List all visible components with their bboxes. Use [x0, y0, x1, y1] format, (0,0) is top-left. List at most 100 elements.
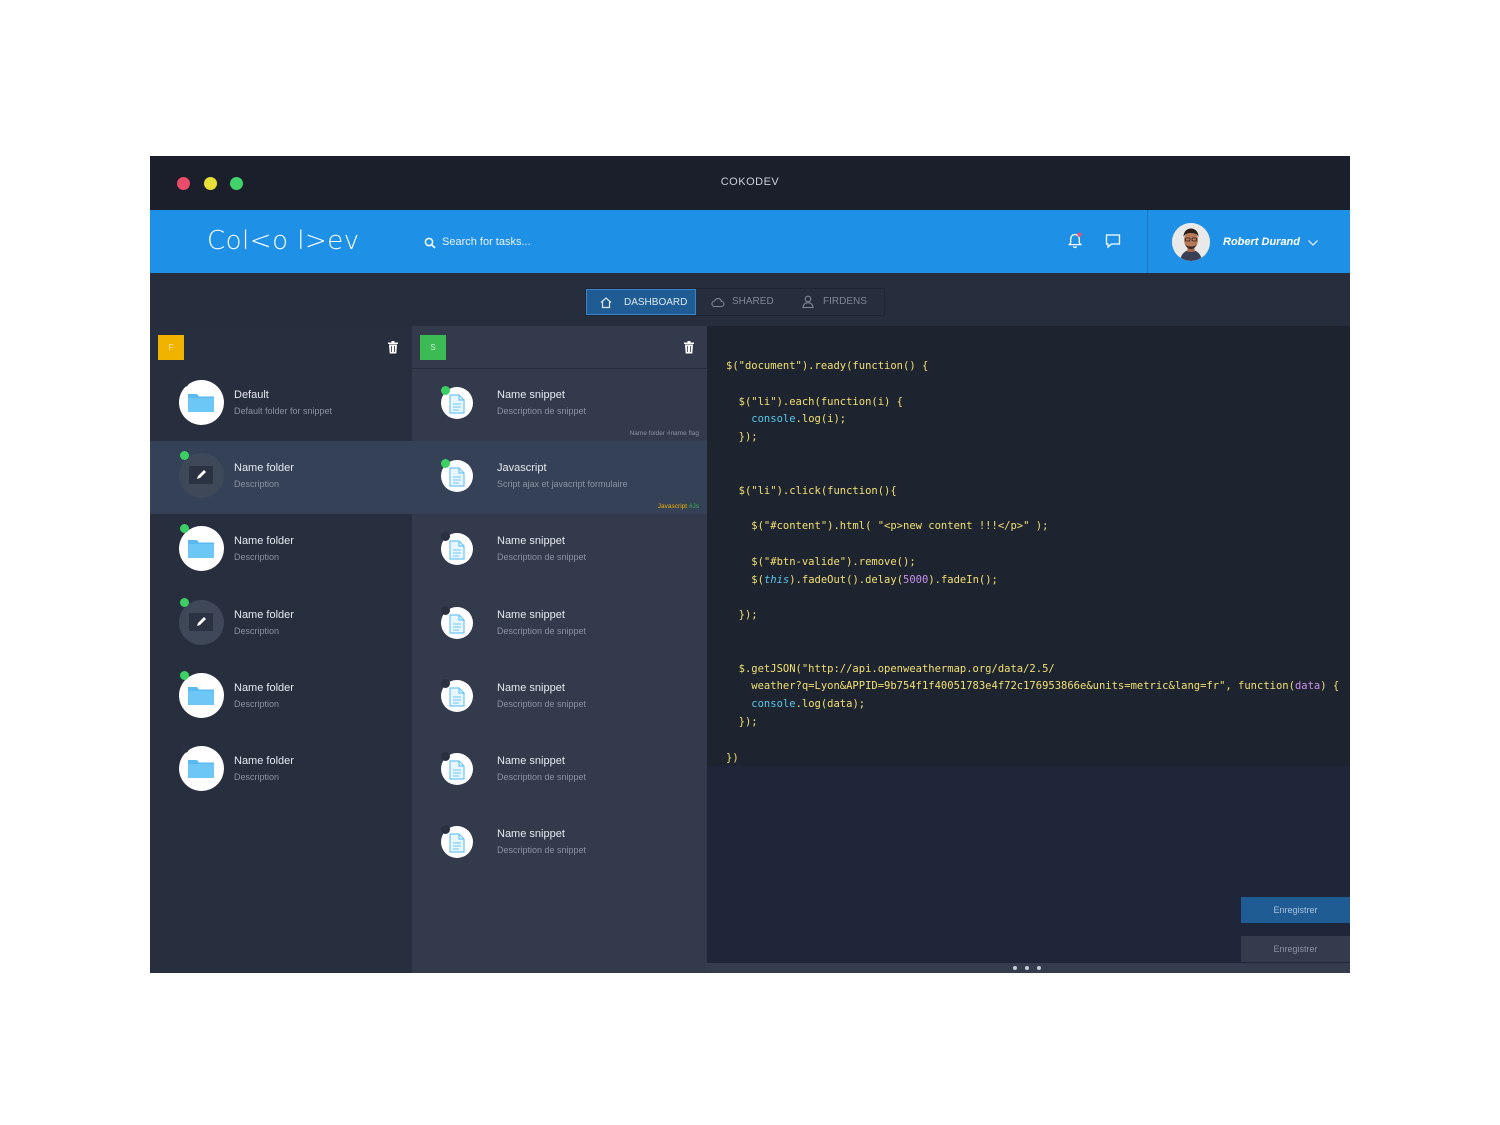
code-token: .log(i); — [795, 413, 847, 426]
snippet-description: Description de snippet — [497, 772, 587, 782]
tab-friends[interactable]: FIRDENS — [786, 289, 884, 315]
user-name[interactable]: Robert Durand — [1223, 236, 1300, 248]
trash-icon[interactable] — [387, 341, 399, 354]
code-token: weather?q=Lyon&APPID=9b754f1f40051783e4f… — [726, 680, 1295, 693]
folder-description: Description — [234, 552, 280, 563]
code-token: $("li").click(function(){ — [726, 484, 897, 497]
status-indicator — [180, 744, 189, 753]
resize-handle[interactable] — [707, 963, 1350, 973]
code-token: ).fadeOut().delay( — [789, 573, 904, 586]
code-editor[interactable]: $("document").ready(function() { $("li")… — [707, 326, 1350, 766]
snippet-folder-tag[interactable]: Name folder — [630, 430, 665, 437]
editor-footer-area — [707, 766, 1350, 963]
snippet-title: Javascript — [497, 462, 547, 475]
snippet-title: Name snippet — [497, 828, 565, 841]
code-token: $( — [726, 573, 764, 586]
save-button-secondary[interactable]: Enregistrer — [1241, 936, 1350, 962]
code-token: ).fadeIn(); — [928, 573, 998, 586]
app-window: COKODEV Col<o l>ev Search for tasks... R… — [150, 156, 1350, 973]
folder-list-header: F — [150, 326, 412, 368]
code-line: $("#btn-valide").remove(); — [726, 554, 1339, 572]
edit-icon — [189, 466, 213, 485]
folder-icon — [188, 686, 214, 705]
folder-row[interactable]: Name folder Description — [150, 734, 412, 807]
search-bar[interactable] — [422, 229, 682, 257]
snippet-row[interactable]: Name snippet Description de snippet — [412, 734, 707, 807]
handle-dot — [1013, 966, 1017, 970]
code-line: $("#content").html( "<p>new content !!!<… — [726, 518, 1339, 536]
code-token: }) — [726, 751, 739, 764]
folder-row[interactable]: Name folder Description — [150, 588, 412, 661]
window-title: COKODEV — [720, 176, 780, 188]
code-content[interactable]: $("document").ready(function() { $("li")… — [726, 358, 1339, 767]
snippet-flag-tag[interactable]: #Js — [689, 503, 699, 510]
code-line: $(this).fadeOut().delay(5000).fadeIn(); — [726, 572, 1339, 590]
edit-icon — [189, 612, 213, 631]
snippet-row[interactable]: Name snippet Description de snippet — [412, 807, 707, 880]
folder-title: Name folder — [234, 608, 294, 621]
code-token: .log(data); — [795, 698, 866, 711]
snippet-row[interactable]: Name snippet Description de snippet — [412, 514, 707, 587]
cloud-icon — [711, 298, 725, 308]
code-token: 5000 — [903, 573, 929, 586]
app-logo[interactable]: Col<o l>ev — [207, 226, 360, 256]
snippet-folder-tag[interactable]: Javascript — [658, 503, 687, 510]
snippet-title: Name snippet — [497, 389, 565, 401]
trash-icon[interactable] — [683, 341, 695, 354]
tab-shared-label: SHARED — [732, 296, 774, 307]
folder-row[interactable]: Name folder Description — [150, 661, 412, 734]
folder-list: F Default Default folder for snippet Name … — [150, 326, 412, 973]
snippet-list: S Name snippet Description de snippet Name… — [412, 326, 707, 973]
snippet-description: Description de snippet — [497, 552, 587, 563]
snippet-badge[interactable]: S — [420, 335, 446, 360]
folder-avatar — [179, 526, 224, 572]
header-divider — [1147, 210, 1148, 273]
bell-icon[interactable] — [1065, 231, 1085, 251]
folder-badge[interactable]: F — [158, 335, 184, 360]
snippet-row[interactable]: Name snippet Description de snippet Name f… — [412, 368, 707, 441]
code-token: console — [726, 698, 796, 711]
search-icon — [424, 237, 436, 249]
snippet-row[interactable]: Name snippet Description de snippet — [412, 661, 707, 734]
code-token: }); — [726, 715, 758, 728]
folder-row[interactable]: Name folder Description — [150, 441, 412, 515]
snippet-row[interactable]: Javascript Script ajax et javacript formu… — [412, 441, 707, 515]
code-token: }); — [726, 431, 758, 444]
folder-description: Description — [234, 698, 280, 709]
document-icon — [449, 394, 465, 414]
search-input[interactable] — [442, 233, 672, 251]
code-line: }); — [726, 607, 1339, 625]
folder-description: Description — [234, 772, 280, 782]
tab-dashboard[interactable]: DASHBOARD — [586, 289, 696, 315]
folder-description: Description — [234, 479, 280, 490]
user-avatar[interactable] — [1172, 223, 1210, 261]
snippet-title: Name snippet — [497, 755, 565, 767]
snippet-description: Description de snippet — [497, 625, 587, 636]
code-token: $("#content").html( "<p>new content !!!<… — [726, 520, 1049, 533]
document-icon — [449, 833, 465, 853]
status-indicator — [441, 752, 450, 761]
tab-shared[interactable]: SHARED — [696, 289, 786, 315]
chat-icon[interactable] — [1103, 231, 1123, 251]
folder-row[interactable]: Name folder Description — [150, 514, 412, 587]
folder-row[interactable]: Default Default folder for snippet — [150, 368, 412, 441]
snippet-title: Name snippet — [497, 535, 565, 548]
snippet-title: Name snippet — [497, 608, 565, 621]
snippet-description: Script ajax et javacript formulaire — [497, 479, 628, 490]
folder-icon — [188, 540, 214, 559]
chevron-down-icon[interactable] — [1307, 239, 1319, 247]
folder-title: Name folder — [234, 681, 294, 694]
code-token: data — [1294, 680, 1321, 693]
save-button-primary[interactable]: Enregistrer — [1241, 897, 1350, 923]
home-icon — [600, 297, 612, 309]
snippet-description: Description de snippet — [497, 406, 587, 416]
snippet-flag-tag[interactable]: #name flag — [667, 430, 699, 437]
snippet-row[interactable]: Name snippet Description de snippet — [412, 588, 707, 661]
